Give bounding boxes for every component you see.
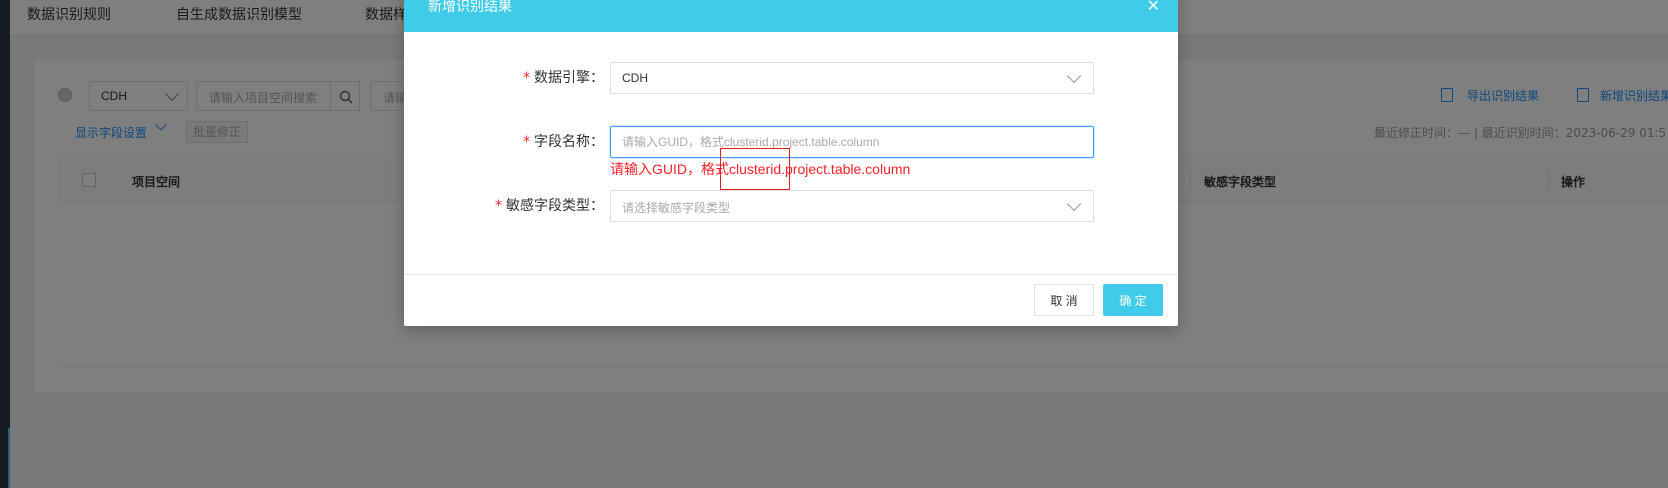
engine-select-field[interactable]: CDH: [610, 62, 1094, 94]
field-name-label-row: * 字段名称：: [404, 131, 604, 151]
dialog-footer-divider: [404, 274, 1178, 275]
sensitive-type-select[interactable]: 请选择敏感字段类型: [610, 190, 1094, 222]
engine-label: 数据引擎：: [534, 70, 604, 86]
sensitive-type-label: 敏感字段类型：: [506, 198, 604, 214]
cancel-button[interactable]: 取 消: [1034, 284, 1094, 316]
engine-value: CDH: [622, 71, 648, 85]
field-name-label: 字段名称：: [534, 134, 604, 150]
field-name-input-wrapper: [610, 126, 1094, 158]
required-mark: *: [523, 134, 530, 150]
chevron-down-icon: [1066, 196, 1082, 212]
sensitive-type-label-row: * 敏感字段类型：: [404, 195, 604, 215]
add-result-dialog: 新增识别结果 ✕ * 数据引擎： CDH * 字段名称： 请输入GUID，格式clu…: [404, 0, 1178, 326]
dialog-title: 新增识别结果: [428, 0, 512, 15]
sensitive-type-placeholder: 请选择敏感字段类型: [622, 201, 731, 215]
dialog-header: 新增识别结果 ✕: [404, 0, 1178, 32]
close-icon[interactable]: ✕: [1147, 0, 1160, 15]
highlight-box: [720, 148, 790, 190]
field-name-input[interactable]: [611, 127, 1093, 157]
confirm-button[interactable]: 确 定: [1103, 284, 1163, 316]
chevron-down-icon: [1066, 68, 1082, 84]
required-mark: *: [495, 198, 502, 214]
required-mark: *: [523, 70, 530, 86]
engine-label-row: * 数据引擎：: [404, 67, 604, 87]
